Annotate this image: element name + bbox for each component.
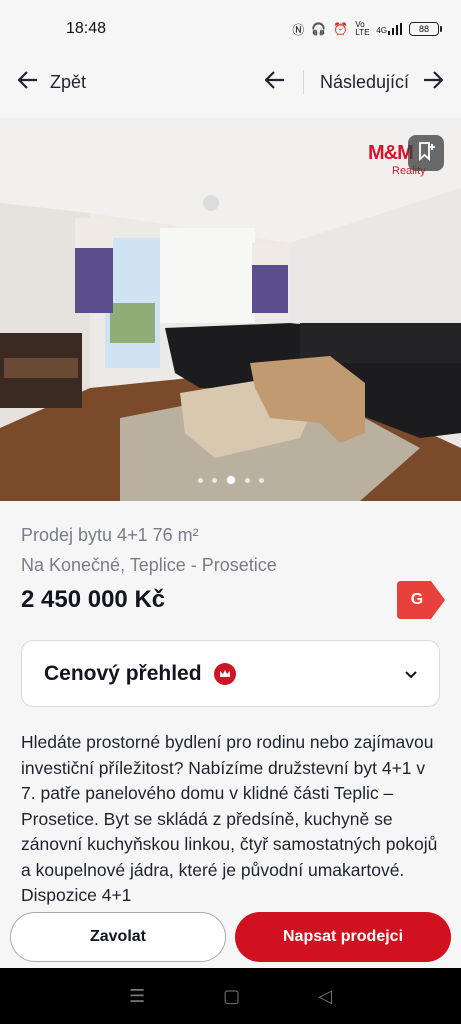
price-overview-label: Cenový přehled — [44, 661, 202, 685]
gallery-dot-active[interactable] — [225, 475, 236, 485]
back-button[interactable]: Zpět — [17, 70, 87, 94]
chevron-down-icon — [405, 666, 417, 682]
alarm-icon: ⏰ — [333, 22, 349, 36]
listing-address: Na Konečné, Teplice - Prosetice — [21, 555, 277, 575]
message-seller-button[interactable]: Napsat prodejci — [235, 912, 451, 962]
system-navigation-bar: ☰ ▢ ◁ — [0, 968, 461, 1024]
crown-icon — [213, 662, 236, 685]
gallery-pagination — [0, 475, 461, 485]
price-overview-accordion[interactable]: Cenový přehled — [21, 640, 440, 707]
call-button[interactable]: Zavolat — [10, 912, 226, 962]
nfc-icon: Ⓝ — [292, 22, 305, 37]
battery-icon: 88 — [409, 22, 442, 36]
gallery-dot[interactable] — [197, 477, 203, 483]
next-button[interactable]: Následující — [304, 70, 444, 94]
arrow-left-icon — [264, 70, 285, 94]
listing-price: 2 450 000 Kč — [21, 586, 166, 613]
home-icon[interactable]: ▢ — [223, 986, 240, 1007]
volte-icon: Vo LTE — [355, 20, 370, 37]
agency-logo: M&M — [368, 142, 414, 164]
listing-title: Prodej bytu 4+1 76 m² — [21, 525, 199, 545]
top-navigation: Zpět Následující — [0, 58, 461, 106]
menu-icon[interactable]: ☰ — [129, 986, 145, 1007]
listing-pager: Následující — [264, 70, 444, 94]
next-label: Následující — [319, 71, 409, 92]
status-time: 18:48 — [66, 20, 107, 37]
energy-class-label: G — [410, 591, 424, 608]
listing-description: Hledáte prostorné bydlení pro rodinu neb… — [21, 732, 438, 905]
back-label: Zpět — [50, 71, 87, 92]
status-icons: Ⓝ 🎧 ⏰ Vo LTE 4G 88 — [292, 20, 442, 38]
back-triangle-icon[interactable]: ◁ — [318, 986, 332, 1007]
arrow-right-icon — [423, 70, 444, 94]
gallery-dot[interactable] — [258, 477, 264, 483]
save-listing-button[interactable] — [408, 135, 444, 171]
status-bar: 18:48 Ⓝ 🎧 ⏰ Vo LTE 4G 88 — [0, 0, 461, 58]
headphones-icon: 🎧 — [311, 22, 327, 36]
previous-button[interactable] — [264, 70, 304, 94]
signal-icon: 4G — [376, 23, 402, 35]
bookmark-add-icon — [417, 141, 435, 166]
gallery-dot[interactable] — [211, 477, 217, 483]
arrow-left-icon — [17, 70, 38, 94]
energy-class-badge[interactable]: G — [397, 581, 445, 619]
gallery-dot[interactable] — [244, 477, 250, 483]
